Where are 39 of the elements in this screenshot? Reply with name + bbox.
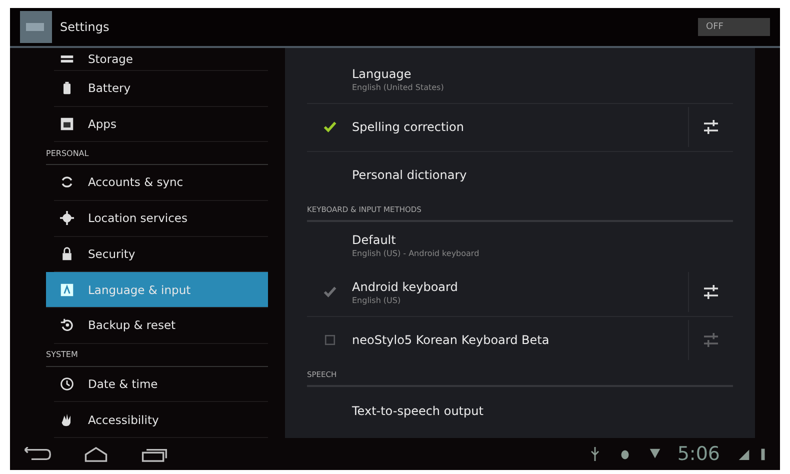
sidebar-item[interactable]: Date & time xyxy=(54,366,268,402)
setting-summary: English (United States) xyxy=(352,82,444,92)
setting-title[interactable]: Spelling correction xyxy=(352,120,464,134)
setting-title[interactable]: Default xyxy=(352,232,396,247)
sidebar-item[interactable]: Accounts & sync xyxy=(54,165,268,201)
toggle-switch[interactable]: OFF xyxy=(698,18,770,36)
download-icon xyxy=(649,447,662,461)
screen-title: Settings xyxy=(60,20,110,34)
settings-sliders-icon[interactable] xyxy=(703,285,719,300)
clock: 5:06 xyxy=(677,443,720,465)
settings-sliders-icon[interactable] xyxy=(703,120,719,134)
section-header: SYSTEM xyxy=(46,344,268,367)
lock-icon xyxy=(60,246,74,261)
setting-title[interactable]: Text-to-speech output xyxy=(352,404,484,418)
check-icon[interactable] xyxy=(322,120,336,134)
setting-title[interactable]: neoStylo5 Korean Keyboard Beta xyxy=(352,333,550,348)
sidebar-item[interactable]: Apps xyxy=(54,106,268,142)
sidebar-item[interactable]: Storage xyxy=(54,48,268,71)
setting-summary: English (US) xyxy=(352,296,401,305)
settings-sliders-icon[interactable] xyxy=(703,333,719,348)
sidebar-item[interactable]: Battery xyxy=(54,70,268,107)
backup-icon xyxy=(60,318,74,332)
apps-icon xyxy=(60,116,74,131)
section-header: PERSONAL xyxy=(46,142,268,166)
back-icon[interactable] xyxy=(24,446,52,462)
sync-icon xyxy=(60,175,74,190)
checkbox[interactable] xyxy=(322,333,336,348)
sidebar-item[interactable]: Location services xyxy=(54,200,268,237)
clock-icon xyxy=(60,376,74,391)
home-icon[interactable] xyxy=(82,446,110,462)
battery-icon xyxy=(760,447,766,461)
signal-icon xyxy=(738,447,750,461)
recent-apps-icon[interactable] xyxy=(140,446,168,462)
setting-title[interactable]: Language xyxy=(352,66,412,81)
sidebar-item[interactable]: Accessibility xyxy=(54,402,268,438)
location-icon xyxy=(60,211,74,226)
sidebar-item[interactable]: Backup & reset xyxy=(54,308,268,344)
setting-title[interactable]: Personal dictionary xyxy=(352,168,467,182)
setting-summary: English (US) - Android keyboard xyxy=(352,248,480,258)
